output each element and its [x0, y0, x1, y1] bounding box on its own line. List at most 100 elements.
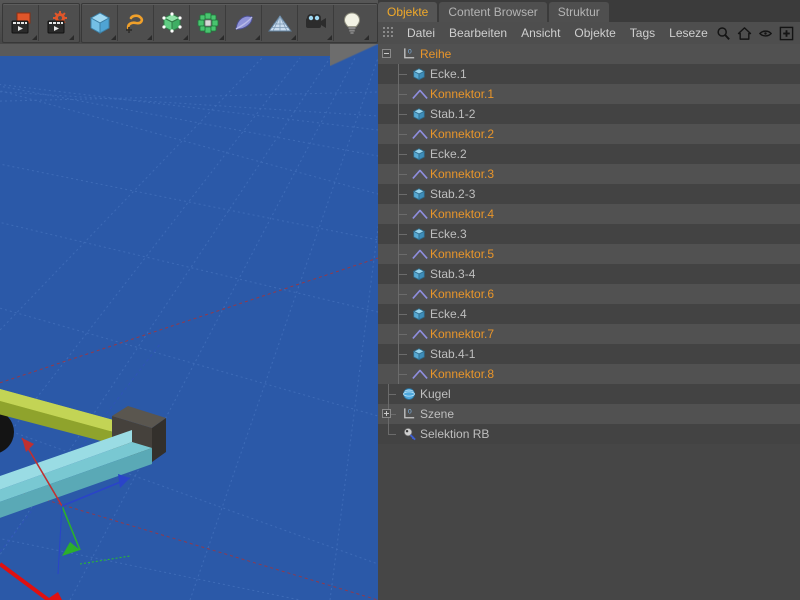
menu-objekte[interactable]: Objekte — [567, 22, 622, 44]
object-label[interactable]: Reihe — [420, 44, 451, 64]
object-label[interactable]: Kugel — [420, 384, 451, 404]
table-row[interactable]: Konnektor.5 — [378, 244, 800, 264]
object-type-icon — [412, 127, 428, 141]
tree-branch-line — [398, 334, 407, 335]
table-row[interactable]: Kugel — [378, 384, 800, 404]
svg-text:0: 0 — [408, 49, 412, 56]
object-label[interactable]: Konnektor.4 — [430, 204, 494, 224]
object-label[interactable]: Ecke.4 — [430, 304, 467, 324]
object-label[interactable]: Stab.1-2 — [430, 104, 475, 124]
tree-branch-line — [388, 394, 396, 395]
object-label[interactable]: Ecke.1 — [430, 64, 467, 84]
table-row[interactable]: Ecke.1 — [378, 64, 800, 84]
object-type-icon — [402, 427, 416, 441]
bar-cyan-object — [0, 430, 152, 518]
tab-objekte[interactable]: Objekte — [378, 2, 438, 22]
object-tree[interactable]: 0 Reihe Ecke.1 Konnektor.1 Stab.1-2 Konn… — [378, 44, 800, 600]
table-row[interactable]: Stab.4-1 — [378, 344, 800, 364]
object-type-icon — [412, 367, 428, 381]
tree-branch-line — [398, 374, 407, 375]
object-label[interactable]: Konnektor.1 — [430, 84, 494, 104]
spline-button[interactable] — [118, 5, 154, 41]
floor-button[interactable] — [262, 5, 298, 41]
table-row[interactable]: Konnektor.2 — [378, 124, 800, 144]
tree-expander[interactable] — [382, 49, 391, 58]
object-type-icon — [402, 387, 416, 401]
camera-button[interactable] — [298, 5, 334, 41]
table-row[interactable]: Ecke.4 — [378, 304, 800, 324]
object-label[interactable]: Konnektor.6 — [430, 284, 494, 304]
object-type-icon: 0 — [402, 407, 416, 421]
object-manager-panel: Objekte Content Browser Struktur Datei B… — [378, 0, 800, 600]
tree-branch-line — [398, 194, 407, 195]
table-row[interactable]: Selektion RB — [378, 424, 800, 444]
main-toolbar — [0, 0, 378, 45]
menu-lesezeichen[interactable]: Leseze — [662, 22, 715, 44]
object-manager-tabs: Objekte Content Browser Struktur — [378, 0, 800, 22]
object-label[interactable]: Selektion RB — [420, 424, 489, 444]
object-label[interactable]: Szene — [420, 404, 454, 424]
tree-expander[interactable] — [382, 409, 391, 418]
render-settings-button[interactable] — [39, 5, 75, 41]
dropdown-corner-icon — [147, 35, 152, 40]
table-row[interactable]: Stab.3-4 — [378, 264, 800, 284]
table-row[interactable]: Konnektor.3 — [378, 164, 800, 184]
table-row[interactable]: Ecke.3 — [378, 224, 800, 244]
plus-box-icon[interactable] — [778, 25, 794, 41]
3d-viewport[interactable] — [0, 44, 378, 600]
search-icon[interactable] — [715, 25, 731, 41]
table-row[interactable]: Konnektor.1 — [378, 84, 800, 104]
menu-bearbeiten[interactable]: Bearbeiten — [442, 22, 514, 44]
table-row[interactable]: Konnektor.6 — [378, 284, 800, 304]
object-label[interactable]: Ecke.2 — [430, 144, 467, 164]
home-icon[interactable] — [736, 25, 752, 41]
object-label[interactable]: Konnektor.3 — [430, 164, 494, 184]
table-row[interactable]: Konnektor.4 — [378, 204, 800, 224]
panel-grip-icon[interactable] — [382, 26, 396, 40]
table-row[interactable]: 0 Szene — [378, 404, 800, 424]
tree-branch-line — [398, 174, 407, 175]
object-tree-rows: 0 Reihe Ecke.1 Konnektor.1 Stab.1-2 Konn… — [378, 44, 800, 444]
menu-tags[interactable]: Tags — [623, 22, 662, 44]
dropdown-corner-icon — [255, 35, 260, 40]
object-type-icon: 0 — [402, 47, 416, 61]
object-label[interactable]: Konnektor.8 — [430, 364, 494, 384]
eye-icon[interactable] — [757, 25, 773, 41]
table-row[interactable]: Konnektor.7 — [378, 324, 800, 344]
array-button[interactable] — [190, 5, 226, 41]
dropdown-corner-icon — [291, 35, 296, 40]
object-label[interactable]: Stab.3-4 — [430, 264, 475, 284]
hypernurbs-button[interactable] — [154, 5, 190, 41]
object-label[interactable]: Konnektor.7 — [430, 324, 494, 344]
dropdown-corner-icon — [327, 35, 332, 40]
object-type-icon — [412, 167, 428, 181]
table-row[interactable]: 0 Reihe — [378, 44, 800, 64]
tab-content-browser[interactable]: Content Browser — [439, 2, 547, 22]
light-button[interactable] — [334, 5, 370, 41]
bar-green-object — [0, 388, 128, 448]
table-row[interactable]: Stab.1-2 — [378, 104, 800, 124]
object-label[interactable]: Konnektor.5 — [430, 244, 494, 264]
svg-text:0: 0 — [408, 409, 412, 416]
object-label[interactable]: Ecke.3 — [430, 224, 467, 244]
deformer-button[interactable] — [226, 5, 262, 41]
dropdown-corner-icon — [183, 35, 188, 40]
table-row[interactable]: Stab.2-3 — [378, 184, 800, 204]
object-type-icon — [412, 67, 426, 81]
cube-primitive-button[interactable] — [82, 5, 118, 41]
object-label[interactable]: Konnektor.2 — [430, 124, 494, 144]
menu-datei[interactable]: Datei — [400, 22, 442, 44]
dropdown-corner-icon — [219, 35, 224, 40]
object-label[interactable]: Stab.4-1 — [430, 344, 475, 364]
object-type-icon — [412, 347, 426, 361]
object-label[interactable]: Stab.2-3 — [430, 184, 475, 204]
object-type-icon — [412, 287, 428, 301]
tree-branch-line — [398, 214, 407, 215]
render-view-button[interactable] — [3, 5, 39, 41]
menu-ansicht[interactable]: Ansicht — [514, 22, 567, 44]
dropdown-corner-icon — [111, 35, 116, 40]
viewport-pane — [0, 0, 378, 600]
table-row[interactable]: Ecke.2 — [378, 144, 800, 164]
tab-struktur[interactable]: Struktur — [548, 2, 609, 22]
table-row[interactable]: Konnektor.8 — [378, 364, 800, 384]
